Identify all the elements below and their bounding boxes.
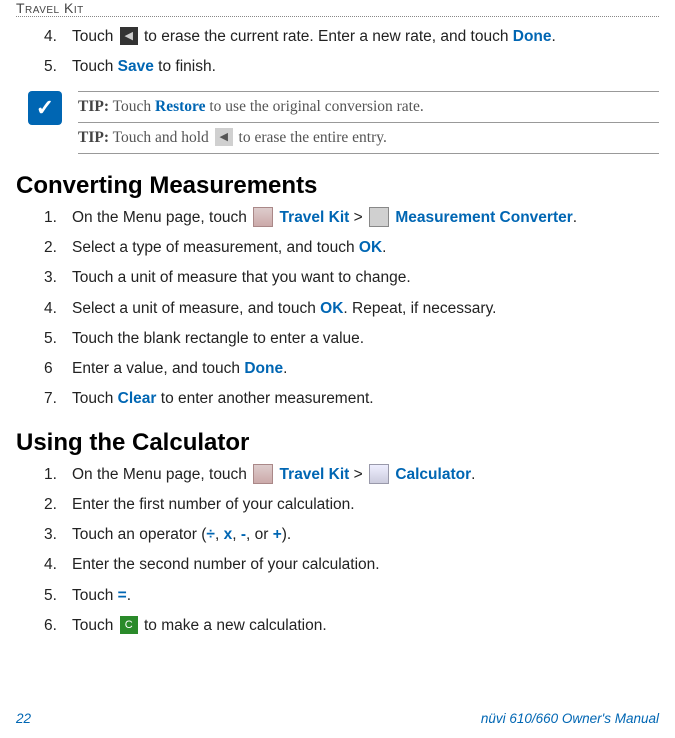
calc-step-6: 6. Touch C to make a new calculation. xyxy=(44,614,659,637)
cm-step-6: 6 Enter a value, and touch Done. xyxy=(44,357,659,380)
step-number: 4. xyxy=(44,25,72,48)
clear-link: Clear xyxy=(118,390,157,407)
tip-row-2: TIP: Touch and hold ◀ to erase the entir… xyxy=(78,122,659,154)
calc-step-1: 1. On the Menu page, touch Travel Kit > … xyxy=(44,463,659,486)
back-arrow-icon: ◀ xyxy=(120,27,138,45)
ok-link: OK xyxy=(320,300,343,317)
tip-lines: TIP: Touch Restore to use the original c… xyxy=(78,91,659,154)
manual-title: nüvi 610/660 Owner's Manual xyxy=(481,711,659,726)
ok-link: OK xyxy=(359,239,382,256)
step-4: 4. Touch ◀ to erase the current rate. En… xyxy=(44,25,659,48)
calc-step-5: 5. Touch =. xyxy=(44,584,659,607)
cm-step-5: 5. Touch the blank rectangle to enter a … xyxy=(44,327,659,350)
calculator-steps: 1. On the Menu page, touch Travel Kit > … xyxy=(16,463,659,638)
converting-steps: 1. On the Menu page, touch Travel Kit > … xyxy=(16,206,659,411)
header-divider xyxy=(16,16,659,17)
measurement-converter-link: Measurement Converter xyxy=(395,209,572,226)
calculator-link: Calculator xyxy=(395,466,471,483)
page-footer: 22 nüvi 610/660 Owner's Manual xyxy=(0,711,675,726)
step-text: Touch ◀ to erase the current rate. Enter… xyxy=(72,25,659,48)
tip-label: TIP: xyxy=(78,129,109,146)
done-link: Done xyxy=(244,360,283,377)
travel-kit-icon xyxy=(253,207,273,227)
page-number: 22 xyxy=(16,711,31,726)
save-link: Save xyxy=(118,58,154,75)
calc-step-2: 2. Enter the first number of your calcul… xyxy=(44,493,659,516)
cm-step-1: 1. On the Menu page, touch Travel Kit > … xyxy=(44,206,659,229)
top-steps-list: 4. Touch ◀ to erase the current rate. En… xyxy=(16,25,659,79)
cm-step-2: 2. Select a type of measurement, and tou… xyxy=(44,236,659,259)
step-number: 5. xyxy=(44,55,72,78)
tip-label: TIP: xyxy=(78,98,109,115)
back-arrow-icon: ◀ xyxy=(215,128,233,146)
travel-kit-link: Travel Kit xyxy=(280,209,350,226)
step-5: 5. Touch Save to finish. xyxy=(44,55,659,78)
converting-measurements-heading: Converting Measurements xyxy=(16,172,659,200)
equals-link: = xyxy=(118,587,127,604)
done-link: Done xyxy=(513,28,552,45)
c-clear-icon: C xyxy=(120,616,138,634)
travel-kit-link: Travel Kit xyxy=(280,466,350,483)
tip-row-1: TIP: Touch Restore to use the original c… xyxy=(78,91,659,122)
page-header: Travel Kit xyxy=(0,0,675,16)
using-calculator-heading: Using the Calculator xyxy=(16,429,659,457)
header-title: Travel Kit xyxy=(16,0,84,16)
measurement-converter-icon xyxy=(369,207,389,227)
calculator-icon xyxy=(369,464,389,484)
cm-step-7: 7. Touch Clear to enter another measurem… xyxy=(44,387,659,410)
checkmark-icon: ✓ xyxy=(28,91,62,125)
tip-section: ✓ TIP: Touch Restore to use the original… xyxy=(16,91,659,154)
calc-step-3: 3. Touch an operator (÷, x, -, or +). xyxy=(44,523,659,546)
travel-kit-icon xyxy=(253,464,273,484)
cm-step-4: 4. Select a unit of measure, and touch O… xyxy=(44,297,659,320)
calc-step-4: 4. Enter the second number of your calcu… xyxy=(44,553,659,576)
restore-link: Restore xyxy=(155,98,206,115)
cm-step-3: 3. Touch a unit of measure that you want… xyxy=(44,266,659,289)
step-text: Touch Save to finish. xyxy=(72,55,659,78)
